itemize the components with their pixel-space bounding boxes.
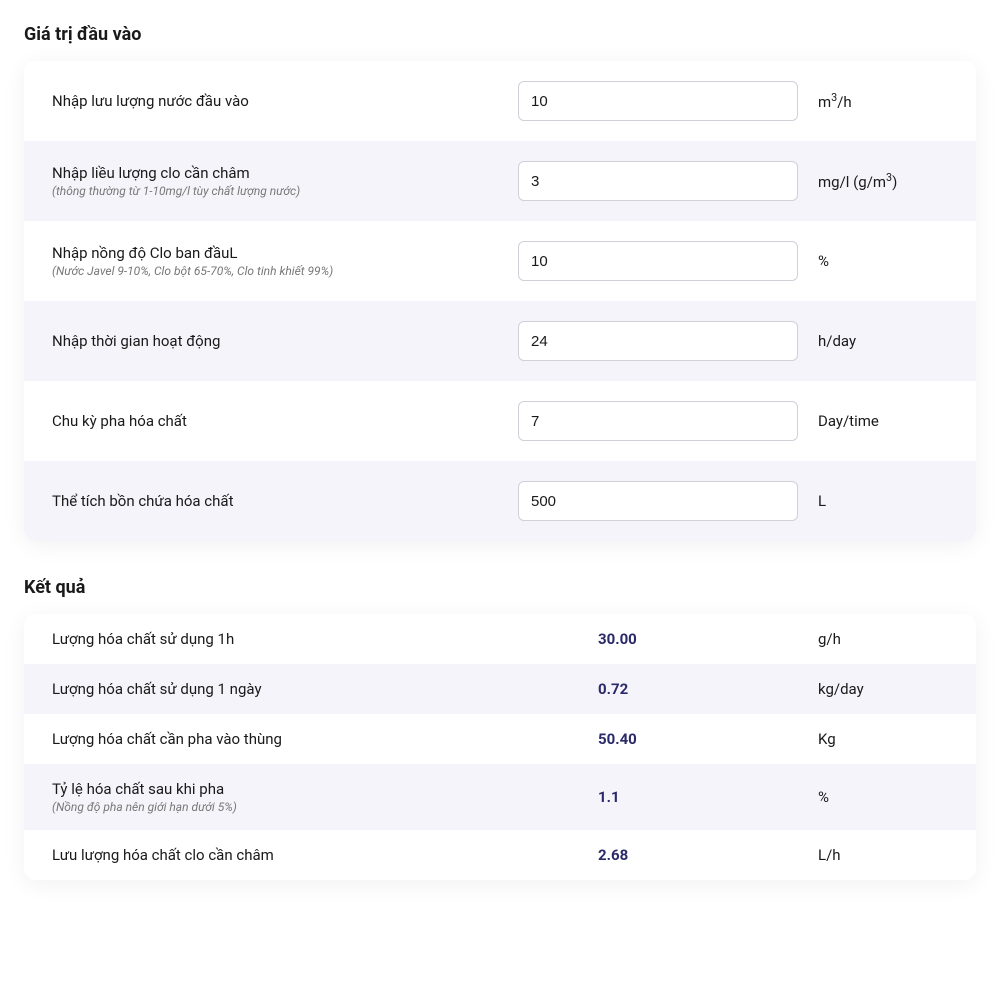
result-unit: Kg — [818, 730, 948, 748]
input-label-wrap: Nhập nồng độ Clo ban đầuL (Nước Javel 9-1… — [52, 244, 498, 278]
input-row: Nhập thời gian hoạt động h/day — [24, 301, 976, 381]
input-field-wrap — [518, 401, 798, 441]
inputs-card: Nhập lưu lượng nước đầu vào m3/h Nhập liều… — [24, 61, 976, 541]
result-unit: L/h — [818, 846, 948, 864]
input-label-wrap: Chu kỳ pha hóa chất — [52, 412, 498, 430]
input-unit: Day/time — [818, 412, 948, 430]
result-label-wrap: Lưu lượng hóa chất clo cần châm — [52, 846, 578, 864]
input-unit: % — [818, 252, 948, 270]
input-field-wrap — [518, 161, 798, 201]
inputs-title: Giá trị đầu vào — [24, 24, 976, 45]
input-field[interactable] — [518, 241, 798, 281]
result-label: Lượng hóa chất sử dụng 1h — [52, 630, 578, 648]
input-row: Nhập liều lượng clo cần châm (thông thườn… — [24, 141, 976, 221]
result-value: 30.00 — [598, 630, 798, 648]
result-label-wrap: Tỷ lệ hóa chất sau khi pha (Nồng độ pha n… — [52, 780, 578, 814]
input-label-wrap: Nhập lưu lượng nước đầu vào — [52, 92, 498, 110]
input-field[interactable] — [518, 481, 798, 521]
result-row: Tỷ lệ hóa chất sau khi pha (Nồng độ pha n… — [24, 764, 976, 830]
input-sublabel: (thông thường từ 1-10mg/l tùy chất lượng… — [52, 184, 498, 198]
input-field-wrap — [518, 241, 798, 281]
input-label: Nhập lưu lượng nước đầu vào — [52, 92, 498, 110]
result-label-wrap: Lượng hóa chất cần pha vào thùng — [52, 730, 578, 748]
input-label-wrap: Thể tích bồn chứa hóa chất — [52, 492, 498, 510]
input-field[interactable] — [518, 401, 798, 441]
input-unit: m3/h — [818, 91, 948, 111]
result-label: Lưu lượng hóa chất clo cần châm — [52, 846, 578, 864]
input-field[interactable] — [518, 321, 798, 361]
results-title: Kết quả — [24, 577, 976, 598]
input-field-wrap — [518, 81, 798, 121]
input-label-wrap: Nhập liều lượng clo cần châm (thông thườn… — [52, 164, 498, 198]
input-label-wrap: Nhập thời gian hoạt động — [52, 332, 498, 350]
input-field-wrap — [518, 481, 798, 521]
input-row: Nhập nồng độ Clo ban đầuL (Nước Javel 9-1… — [24, 221, 976, 301]
input-field[interactable] — [518, 81, 798, 121]
input-unit: h/day — [818, 332, 948, 350]
result-value: 2.68 — [598, 846, 798, 864]
result-value: 1.1 — [598, 788, 798, 806]
input-row: Thể tích bồn chứa hóa chất L — [24, 461, 976, 541]
result-label-wrap: Lượng hóa chất sử dụng 1 ngày — [52, 680, 578, 698]
input-row: Chu kỳ pha hóa chất Day/time — [24, 381, 976, 461]
result-value: 0.72 — [598, 680, 798, 698]
result-label-wrap: Lượng hóa chất sử dụng 1h — [52, 630, 578, 648]
result-unit: % — [818, 788, 948, 806]
input-unit: L — [818, 492, 948, 510]
results-card: Lượng hóa chất sử dụng 1h30.00g/hLượng h… — [24, 614, 976, 880]
input-label: Nhập liều lượng clo cần châm — [52, 164, 498, 182]
result-sublabel: (Nồng độ pha nên giới hạn dưới 5%) — [52, 800, 578, 814]
result-unit: g/h — [818, 630, 948, 648]
input-field[interactable] — [518, 161, 798, 201]
result-row: Lượng hóa chất cần pha vào thùng 50.40 Kg — [24, 714, 976, 764]
result-row: Lượng hóa chất sử dụng 1 ngày 0.72 kg/day — [24, 664, 976, 714]
result-unit: kg/day — [818, 680, 948, 698]
result-row: Lượng hóa chất sử dụng 1h 30.00 g/h — [24, 614, 976, 664]
input-label: Nhập nồng độ Clo ban đầuL — [52, 244, 498, 262]
input-label: Nhập thời gian hoạt động — [52, 332, 498, 350]
result-row: Lưu lượng hóa chất clo cần châm 2.68 L/h — [24, 830, 976, 880]
input-row: Nhập lưu lượng nước đầu vào m3/h — [24, 61, 976, 141]
result-label: Lượng hóa chất cần pha vào thùng — [52, 730, 578, 748]
result-label: Tỷ lệ hóa chất sau khi pha — [52, 780, 578, 798]
result-value: 50.40 — [598, 730, 798, 748]
input-unit: mg/l (g/m3) — [818, 171, 948, 191]
result-label: Lượng hóa chất sử dụng 1 ngày — [52, 680, 578, 698]
input-label: Thể tích bồn chứa hóa chất — [52, 492, 498, 510]
input-field-wrap — [518, 321, 798, 361]
input-label: Chu kỳ pha hóa chất — [52, 412, 498, 430]
input-sublabel: (Nước Javel 9-10%, Clo bột 65-70%, Clo t… — [52, 264, 498, 278]
